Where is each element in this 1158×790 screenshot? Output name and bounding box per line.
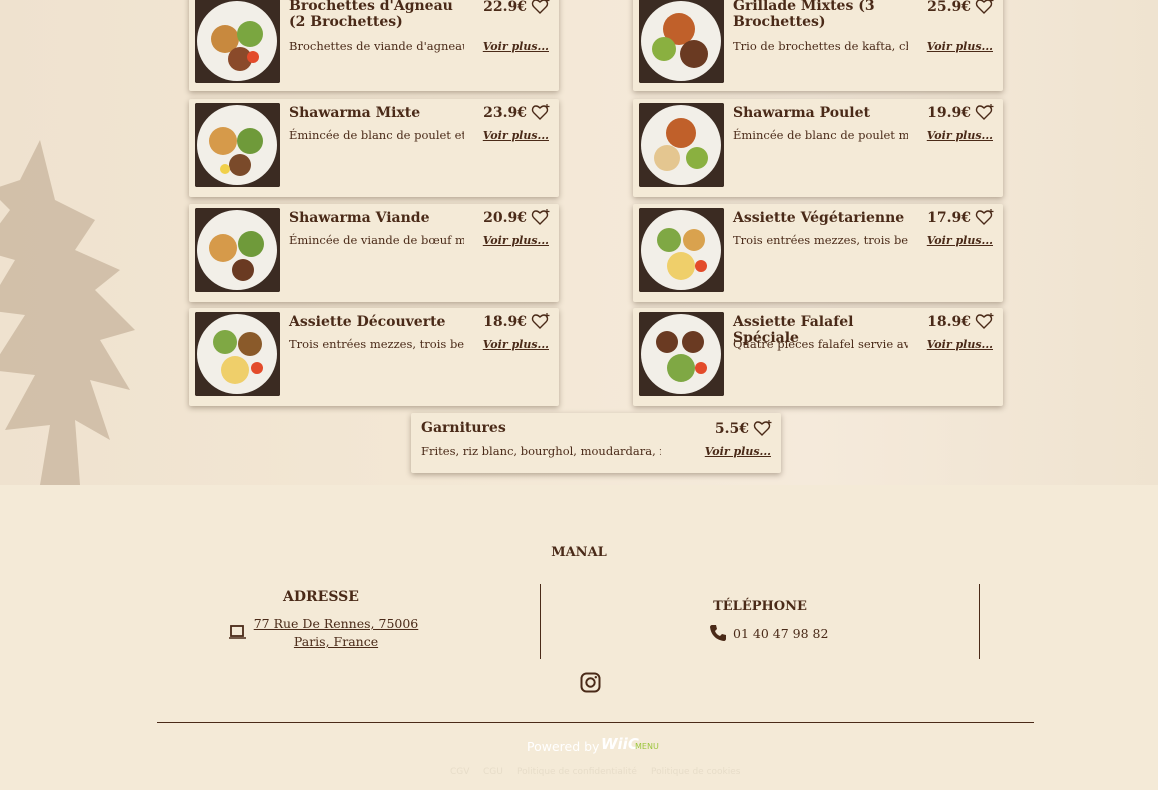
dish-title: Shawarma Poulet: [733, 105, 870, 121]
instagram-icon[interactable]: [580, 672, 601, 693]
dish-price: 25.9€: [927, 0, 971, 15]
phone-icon: [710, 625, 726, 641]
dish-price: 20.9€: [483, 210, 527, 226]
dish-description: Trois entrées mezzes, trois bei...: [733, 233, 908, 247]
dish-price: 19.9€: [927, 105, 971, 121]
menu-item-card[interactable]: Grillade Mixtes (3 Brochettes) 25.9€ Tri…: [633, 0, 1003, 91]
dish-image: [639, 103, 724, 187]
phone-number[interactable]: 01 40 47 98 82: [733, 626, 828, 641]
see-more-link[interactable]: Voir plus...: [927, 338, 993, 351]
menu-item-card[interactable]: Brochettes d'Agneau (2 Brochettes) 22.9€…: [189, 0, 559, 91]
heart-plus-icon[interactable]: [531, 312, 551, 332]
dish-price: 18.9€: [927, 314, 971, 330]
cedar-tree-decoration: [0, 140, 135, 485]
heart-plus-icon[interactable]: [975, 208, 995, 228]
dish-price: 18.9€: [483, 314, 527, 330]
see-more-link[interactable]: Voir plus...: [483, 234, 549, 247]
heart-plus-icon[interactable]: [531, 0, 551, 17]
dish-price: 17.9€: [927, 210, 971, 226]
address-line-1[interactable]: 77 Rue De Rennes, 75006: [230, 616, 442, 631]
menu-item-card[interactable]: Garnitures 5.5€ Frites, riz blanc, bourg…: [411, 413, 781, 473]
dish-title: Grillade Mixtes (3 Brochettes): [733, 0, 875, 30]
menu-item-card[interactable]: Shawarma Viande 20.9€ Émincée de viande …: [189, 204, 559, 302]
dish-title: Assiette Végétarienne: [733, 210, 905, 226]
dish-description: Émincée de blanc de poulet m...: [733, 128, 908, 142]
heart-plus-icon[interactable]: [753, 419, 773, 439]
heart-plus-icon[interactable]: [975, 0, 995, 17]
menu-item-card[interactable]: Assiette Découverte 18.9€ Trois entrées …: [189, 308, 559, 406]
dish-image: [195, 103, 280, 187]
dish-description: Brochettes de viande d'agneau...: [289, 39, 464, 53]
dish-price: 5.5€: [714, 421, 749, 437]
dish-title: Garnitures: [421, 420, 506, 436]
dish-description: Émincée de viande de bœuf m...: [289, 233, 464, 247]
menu-section: Brochettes d'Agneau (2 Brochettes) 22.9€…: [0, 0, 1158, 485]
restaurant-name: MANAL: [551, 545, 607, 560]
powered-by-label: Powered by: [527, 739, 600, 754]
dish-image: [195, 208, 280, 292]
footer: MANAL ADRESSE 77 Rue De Rennes, 75006 Pa…: [0, 485, 1158, 790]
dish-title: Shawarma Viande: [289, 210, 430, 226]
legal-link-cgv[interactable]: CGV: [450, 767, 469, 777]
see-more-link[interactable]: Voir plus...: [483, 40, 549, 53]
dish-image: [639, 208, 724, 292]
dish-description: Quatre pièces falafel servie ave...: [733, 337, 908, 351]
menu-item-card[interactable]: Assiette Végétarienne 17.9€ Trois entrée…: [633, 204, 1003, 302]
legal-link-cgu[interactable]: CGU: [483, 767, 503, 777]
dish-price: 23.9€: [483, 105, 527, 121]
dish-description: Trois entrées mezzes, trois bei...: [289, 337, 464, 351]
footer-divider: [157, 722, 1034, 723]
legal-link-cookies[interactable]: Politique de cookies: [651, 767, 740, 777]
menu-item-card[interactable]: Shawarma Poulet 19.9€ Émincée de blanc d…: [633, 99, 1003, 197]
dish-title: Shawarma Mixte: [289, 105, 421, 121]
heart-plus-icon[interactable]: [975, 103, 995, 123]
heart-plus-icon[interactable]: [531, 208, 551, 228]
dish-description: Frites, riz blanc, bourghol, moudardara,…: [421, 444, 661, 458]
dish-title: Assiette Découverte: [289, 314, 446, 330]
dish-image: [639, 312, 724, 396]
divider: [979, 584, 980, 659]
wiic-logo-sub: MENU: [635, 742, 659, 751]
heart-plus-icon[interactable]: [975, 312, 995, 332]
address-title: ADRESSE: [283, 589, 359, 605]
see-more-link[interactable]: Voir plus...: [483, 129, 549, 142]
legal-link-privacy[interactable]: Politique de confidentialité: [517, 767, 637, 777]
dish-image: [195, 0, 280, 83]
dish-price: 22.9€: [483, 0, 527, 15]
see-more-link[interactable]: Voir plus...: [927, 129, 993, 142]
heart-plus-icon[interactable]: [531, 103, 551, 123]
see-more-link[interactable]: Voir plus...: [927, 234, 993, 247]
dish-image: [639, 0, 724, 83]
menu-item-card[interactable]: Assiette Falafel Spéciale 18.9€ Quatre p…: [633, 308, 1003, 406]
see-more-link[interactable]: Voir plus...: [705, 445, 771, 458]
address-line-2[interactable]: Paris, France: [230, 634, 442, 649]
phone-title: TÉLÉPHONE: [713, 599, 807, 614]
dish-description: Trio de brochettes de kafta, chi...: [733, 39, 908, 53]
dish-title: Brochettes d'Agneau (2 Brochettes): [289, 0, 453, 30]
see-more-link[interactable]: Voir plus...: [927, 40, 993, 53]
divider: [540, 584, 541, 659]
menu-item-card[interactable]: Shawarma Mixte 23.9€ Émincée de blanc de…: [189, 99, 559, 197]
see-more-link[interactable]: Voir plus...: [483, 338, 549, 351]
wiic-logo[interactable]: WiiC: [601, 735, 639, 753]
dish-image: [195, 312, 280, 396]
dish-description: Émincée de blanc de poulet et ...: [289, 128, 464, 142]
